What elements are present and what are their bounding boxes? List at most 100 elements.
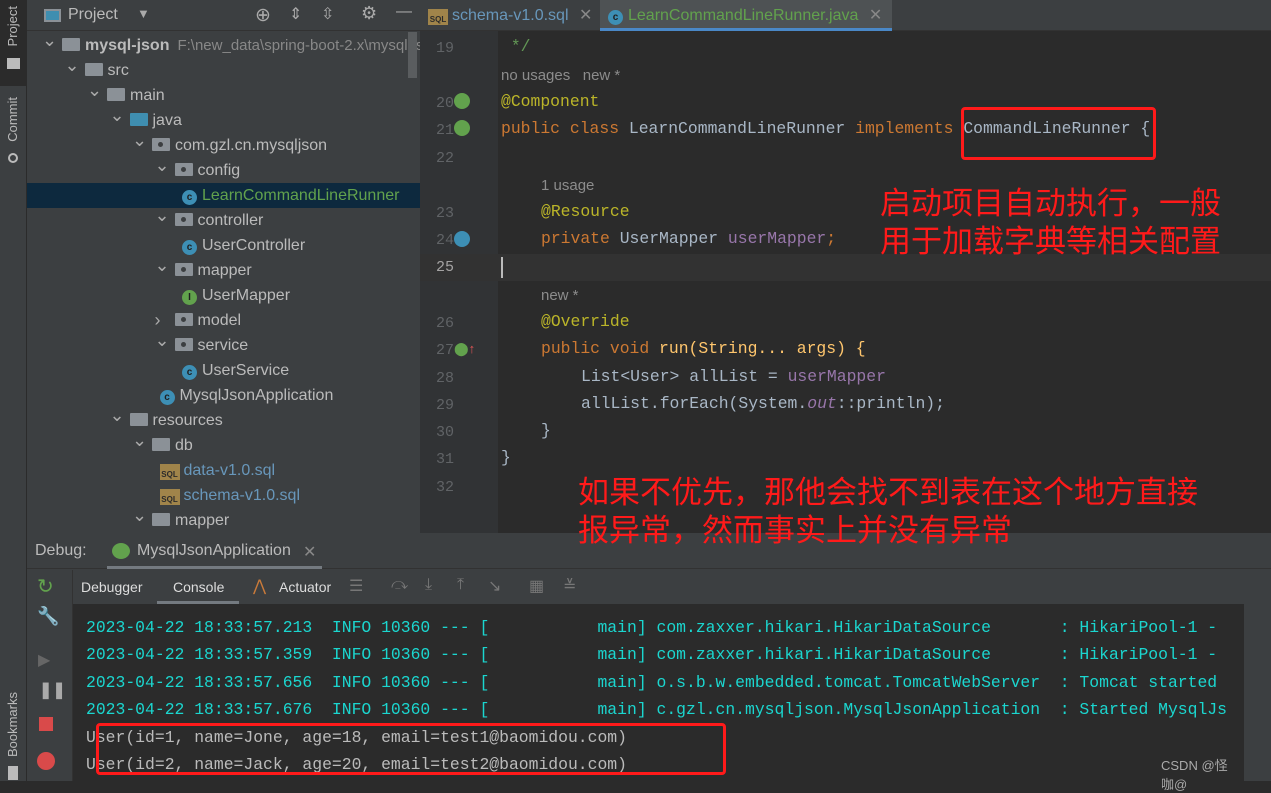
tree-item[interactable]: c UserService bbox=[27, 358, 420, 383]
chevron-down-icon[interactable]: ⌄ bbox=[155, 328, 170, 353]
console-line: 2023-04-22 18:33:57.676 INFO 10360 --- [… bbox=[86, 700, 1227, 720]
close-icon[interactable]: ✕ bbox=[869, 7, 882, 24]
tab-debugger[interactable]: Debugger bbox=[81, 579, 143, 595]
gear-icon[interactable]: ⚙ bbox=[361, 3, 377, 24]
chevron-down-icon[interactable]: ▼ bbox=[137, 6, 150, 21]
step-out-icon[interactable]: ⤒ bbox=[457, 576, 464, 594]
tree-item[interactable]: c UserController bbox=[27, 233, 420, 258]
tree-item[interactable]: ⌄ service bbox=[27, 330, 420, 358]
rerun-icon[interactable]: ↻ bbox=[37, 574, 54, 599]
tree-item-label: db bbox=[175, 437, 193, 454]
project-panel-header: Project ▼ ⊕ ⇕ ⇳ ⚙ — bbox=[27, 0, 420, 31]
show-execution-point-icon[interactable]: ⤼ bbox=[391, 576, 408, 594]
chevron-down-icon[interactable]: ⌄ bbox=[132, 428, 147, 453]
tree-item-label: UserController bbox=[202, 237, 306, 254]
tree-item[interactable]: ⌄ main bbox=[27, 80, 420, 108]
close-icon[interactable]: ✕ bbox=[579, 7, 592, 24]
tree-item[interactable]: SQL schema-v1.0.sql bbox=[27, 483, 420, 508]
step-over-icon[interactable]: ⤓ bbox=[425, 576, 432, 594]
project-view-selector[interactable]: Project bbox=[68, 6, 118, 24]
usages-hint[interactable]: 1 usage bbox=[541, 177, 594, 194]
code-token: ::println); bbox=[836, 394, 945, 413]
tree-item[interactable]: ⌄ mapper bbox=[27, 255, 420, 283]
actuator-icon: ⋀ bbox=[253, 578, 267, 595]
override-icon[interactable]: ⬤↑ bbox=[454, 341, 475, 357]
tree-item[interactable]: ⌄ resources bbox=[27, 405, 420, 433]
expand-all-icon[interactable]: ⇕ bbox=[289, 4, 302, 24]
run-to-cursor-icon[interactable]: ↘ bbox=[488, 576, 501, 596]
pause-icon[interactable]: ❚❚ bbox=[39, 680, 66, 700]
run-tab-label: MysqlJsonApplication bbox=[137, 542, 291, 559]
bookmarks-tool-button[interactable]: Bookmarks bbox=[0, 690, 27, 781]
chevron-down-icon[interactable]: ⌄ bbox=[65, 53, 80, 78]
chevron-down-icon[interactable]: ⌄ bbox=[110, 403, 125, 428]
tree-item-label: data-v1.0.sql bbox=[183, 462, 276, 479]
chevron-down-icon[interactable]: ⌄ bbox=[132, 128, 147, 153]
tab-console[interactable]: Console bbox=[157, 570, 239, 604]
code-line-29: allList.forEach(System.out::println); bbox=[581, 394, 945, 413]
tree-item[interactable]: I UserMapper bbox=[27, 283, 420, 308]
spring-boot-icon bbox=[112, 543, 130, 559]
new-hint[interactable]: new * bbox=[541, 287, 579, 304]
code-token: out bbox=[807, 394, 837, 413]
project-icon bbox=[44, 9, 61, 22]
tree-item-label: main bbox=[130, 87, 165, 104]
console-output[interactable]: 2023-04-22 18:33:57.213 INFO 10360 --- [… bbox=[73, 604, 1244, 792]
tree-item[interactable]: ⌄ mapper bbox=[27, 505, 420, 533]
locate-icon[interactable]: ⊕ bbox=[255, 4, 271, 27]
line-number: 26 bbox=[435, 315, 454, 332]
chevron-down-icon[interactable]: ⌄ bbox=[155, 253, 170, 278]
console-line: 2023-04-22 18:33:57.213 INFO 10360 --- [… bbox=[86, 618, 1218, 637]
chevron-down-icon[interactable]: ⌄ bbox=[110, 103, 125, 128]
tree-item[interactable]: ⌄ src bbox=[27, 55, 420, 83]
hide-icon[interactable]: — bbox=[396, 3, 412, 21]
tree-item[interactable]: ⌄ com.gzl.cn.mysqljson bbox=[27, 130, 420, 158]
autowired-icon[interactable] bbox=[454, 231, 470, 247]
tree-item[interactable]: SQL data-v1.0.sql bbox=[27, 458, 420, 483]
chevron-down-icon[interactable]: ⌄ bbox=[132, 503, 147, 528]
tree-item-label: MysqlJsonApplication bbox=[179, 387, 334, 404]
tree-item[interactable]: ⌄ config bbox=[27, 155, 420, 183]
tree-item[interactable]: › model bbox=[27, 308, 420, 333]
chevron-down-icon[interactable]: ⌄ bbox=[42, 28, 57, 53]
code-token: UserMapper bbox=[619, 229, 728, 248]
evaluate-icon[interactable]: ▦ bbox=[529, 576, 544, 596]
run-config-tab[interactable]: MysqlJsonApplication ✕ bbox=[107, 533, 322, 569]
line-number: 20 bbox=[435, 95, 454, 112]
chevron-down-icon[interactable]: ⌄ bbox=[87, 78, 102, 103]
tree-item[interactable]: ⌄ java bbox=[27, 105, 420, 133]
resume-icon[interactable]: ▶ bbox=[38, 650, 50, 670]
bean-icon[interactable] bbox=[454, 93, 470, 109]
tree-item[interactable]: ⌄ controller bbox=[27, 205, 420, 233]
tab-learncommandlinerunner[interactable]: c LearnCommandLineRunner.java ✕ bbox=[600, 0, 892, 31]
highlight-box bbox=[96, 723, 726, 775]
tree-item[interactable]: ⌄ mysql-json F:\new_data\spring-boot-2.x\m… bbox=[27, 30, 440, 58]
close-icon[interactable]: ✕ bbox=[303, 542, 316, 562]
tree-item[interactable]: c LearnCommandLineRunner bbox=[27, 183, 420, 208]
console-line: 2023-04-22 18:33:57.656 INFO 10360 --- [… bbox=[86, 672, 1218, 692]
folder-icon bbox=[152, 438, 170, 451]
tree-item[interactable]: c MysqlJsonApplication bbox=[27, 383, 420, 408]
commit-icon bbox=[8, 153, 18, 163]
line-number: 32 bbox=[435, 479, 454, 496]
tab-actuator[interactable]: Actuator bbox=[279, 579, 331, 595]
note-line: 用于加载字典等相关配置 bbox=[880, 224, 1221, 259]
tree-item[interactable]: ⌄ db bbox=[27, 430, 420, 458]
package-icon bbox=[174, 213, 193, 226]
tree-scrollbar[interactable] bbox=[408, 32, 417, 78]
project-tool-button[interactable]: Project bbox=[0, 0, 27, 86]
tab-schema-sql[interactable]: SQL schema-v1.0.sql ✕ bbox=[420, 0, 598, 31]
mute-breakpoints-icon[interactable] bbox=[37, 752, 55, 770]
code-token: implements bbox=[855, 119, 964, 138]
commit-tool-button[interactable]: Commit bbox=[0, 95, 27, 170]
chevron-down-icon[interactable]: ⌄ bbox=[155, 153, 170, 178]
chevron-down-icon[interactable]: ⌄ bbox=[155, 203, 170, 228]
wrench-icon[interactable]: 🔧 bbox=[37, 606, 59, 627]
trace-icon[interactable]: ≚ bbox=[563, 576, 576, 596]
bean-icon[interactable] bbox=[454, 120, 470, 136]
stop-icon[interactable] bbox=[39, 717, 53, 731]
code-line-27: public void run(String... args) { bbox=[541, 339, 866, 358]
menu-icon[interactable]: ☰ bbox=[349, 576, 363, 596]
collapse-all-icon[interactable]: ⇳ bbox=[321, 4, 334, 24]
usages-hint[interactable]: no usages new * bbox=[501, 67, 620, 84]
